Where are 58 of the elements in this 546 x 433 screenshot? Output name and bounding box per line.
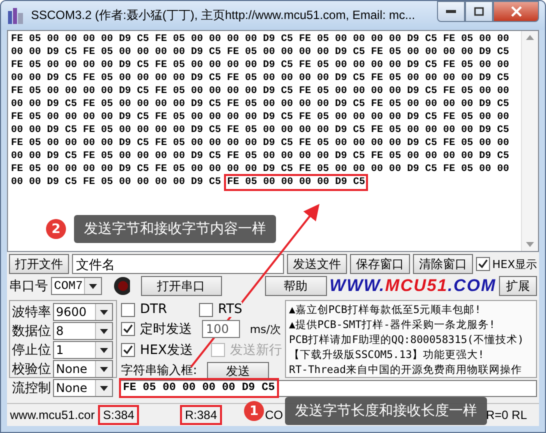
hex-line: 00 00 D9 C5 FE 05 00 00 00 00 D9 C5 bbox=[11, 177, 222, 188]
hex-line: 00 00 D9 C5 FE 05 00 00 00 00 D9 C5 FE 05 00 00 00 00 D9 C5 FE 05 00 00 00 00 D9 C5 bbox=[11, 46, 510, 59]
interval-field[interactable]: 100 bbox=[202, 320, 240, 338]
hex-line: 00 00 D9 C5 FE 05 00 00 00 00 D9 C5 FE 05 00 00 00 00 D9 C5 FE 05 00 00 00 00 D9 C5 bbox=[11, 72, 510, 85]
status-website: www.mcu51.cor bbox=[9, 408, 96, 422]
setting-select[interactable]: None bbox=[53, 360, 113, 378]
ad-line: RT-Thread来自中国的开源免费商用物联网操作 bbox=[289, 363, 523, 377]
received-count: R:384 bbox=[182, 407, 220, 423]
highlighted-bytes: FE 05 00 00 00 00 D9 C5 bbox=[227, 177, 366, 188]
interval-unit: ms/次 bbox=[250, 322, 281, 336]
window-title: SSCOM3.2 (作者:聂小猛(丁丁), 主页http://www.mcu51.com, Email: mc... bbox=[31, 7, 416, 24]
hex-line: FE 05 00 00 00 00 D9 C5 FE 05 00 00 00 00 D9 C5 FE 05 00 00 00 00 D9 C5 FE 05 00 00 bbox=[11, 59, 510, 72]
hex-line: 00 00 D9 C5 FE 05 00 00 00 00 D9 C5 FE 05 00 00 00 00 D9 C5 FE 05 00 00 00 00 D9 C5 bbox=[11, 98, 510, 111]
callout-tooltip: 发送字节和接收字节内容一样 bbox=[74, 215, 276, 243]
checkbox-label: 发送新行 bbox=[230, 342, 282, 359]
setting-select[interactable]: 1 bbox=[53, 341, 113, 359]
checkbox-label: RTS bbox=[218, 302, 242, 317]
setting-label: 流控制 bbox=[12, 380, 51, 397]
input-label: 字符串输入框: bbox=[121, 362, 198, 379]
checkbox-label: DTR bbox=[140, 302, 167, 317]
setting-label: 停止位 bbox=[12, 342, 51, 359]
ad-line: ▲嘉立创PCB打样每款低至5元顺丰包邮! bbox=[289, 303, 482, 318]
open-port-button[interactable]: 打开串口 bbox=[140, 276, 222, 296]
checkbox-label: HEX发送 bbox=[140, 342, 193, 359]
setting-label: 波特率 bbox=[12, 304, 51, 321]
hex-line: 00 00 D9 C5 FE 05 00 00 00 00 D9 C5 FE 05 00 00 00 00 D9 C5 FE 05 00 00 00 00 D9 C5 bbox=[11, 124, 510, 137]
port-select[interactable]: COM7 bbox=[51, 277, 102, 295]
checkbox-label: 定时发送 bbox=[140, 321, 192, 338]
setting-label: 校验位 bbox=[12, 361, 51, 378]
setting-label: 数据位 bbox=[12, 323, 51, 340]
hex-line: FE 05 00 00 00 00 D9 C5 FE 05 00 00 00 00 D9 C5 FE 05 00 00 00 00 D9 C5 FE 05 00 00 bbox=[11, 163, 510, 176]
port-status: CO bbox=[265, 408, 283, 422]
setting-select[interactable]: 9600 bbox=[53, 303, 113, 321]
hex-line: FE 05 00 00 00 00 D9 C5 FE 05 00 00 00 00 D9 C5 FE 05 00 00 00 00 D9 C5 FE 05 00 00 bbox=[11, 33, 510, 46]
port-label: 串口号 bbox=[9, 278, 48, 295]
callout-tooltip: 发送字节长度和接收长度一样 bbox=[285, 397, 487, 425]
website-logo: WWW.MCU51.COM bbox=[330, 276, 496, 296]
sent-count: S:384 bbox=[100, 407, 138, 423]
help-button[interactable]: 帮助 bbox=[264, 276, 327, 296]
expand-button[interactable]: 扩展 bbox=[499, 276, 537, 296]
checkbox-label: HEX显示 bbox=[492, 256, 537, 272]
hex-line: FE 05 00 00 00 00 D9 C5 FE 05 00 00 00 00 D9 C5 FE 05 00 00 00 00 D9 C5 FE 05 00 00 bbox=[11, 111, 510, 124]
send-file-button[interactable]: 发送文件 bbox=[287, 254, 348, 274]
send-button[interactable]: 发送 bbox=[207, 362, 270, 379]
ad-line: 【下载升级版SSCOM5.13】功能更强大! bbox=[289, 348, 486, 363]
setting-select[interactable]: None bbox=[53, 379, 113, 397]
clear-window-button[interactable]: 清除窗口 bbox=[413, 254, 474, 274]
ad-line: ▲提供PCB-SMT打样-器件采购一条龙服务! bbox=[289, 318, 496, 333]
open-file-button[interactable]: 打开文件 bbox=[9, 254, 69, 274]
save-window-button[interactable]: 保存窗口 bbox=[350, 254, 410, 274]
hex-line: FE 05 00 00 00 00 D9 C5 FE 05 00 00 00 00 D9 C5 FE 05 00 00 00 00 D9 C5 FE 05 00 00 bbox=[11, 85, 510, 98]
setting-select[interactable]: 8 bbox=[53, 322, 113, 340]
hex-line: 00 00 D9 C5 FE 05 00 00 00 00 D9 C5 FE 05 00 00 00 00 D9 C5 FE 05 00 00 00 00 D9 C5 bbox=[11, 150, 510, 163]
line-status: R=0 RL bbox=[486, 408, 528, 422]
ad-line: PCB打样请加F助理的QQ:800058315(不懂技术) bbox=[289, 333, 525, 348]
send-input-field[interactable]: FE 05 00 00 00 00 D9 C5 bbox=[119, 380, 537, 397]
hex-line: FE 05 00 00 00 00 D9 C5 FE 05 00 00 00 00 D9 C5 FE 05 00 00 00 00 D9 C5 FE 05 00 00 bbox=[11, 137, 510, 150]
file-name-field[interactable]: 文件名 bbox=[72, 254, 284, 274]
